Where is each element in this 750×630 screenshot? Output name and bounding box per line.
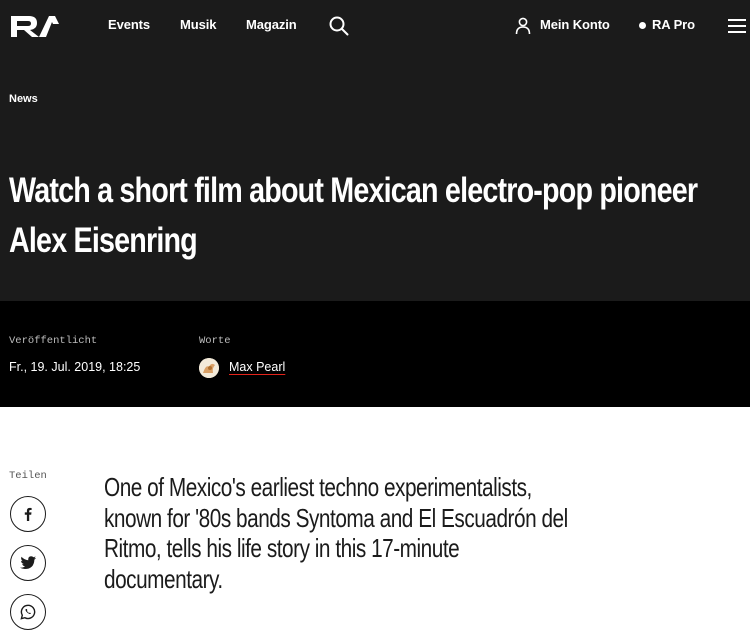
top-navigation: Events Musik Magazin Mein Konto RA Pro: [0, 0, 750, 52]
twitter-icon: [20, 556, 36, 569]
page-title: Watch a short film about Mexican electro…: [9, 171, 698, 260]
published-label: Veröffentlicht: [9, 335, 98, 347]
author-label: Worte: [199, 335, 231, 347]
search-icon[interactable]: [329, 16, 349, 36]
pro-dot-icon: [639, 22, 646, 29]
article-meta: Veröffentlicht Fr., 19. Jul. 2019, 18:25…: [0, 301, 750, 407]
ra-pro-link[interactable]: RA Pro: [652, 17, 695, 32]
account-link[interactable]: Mein Konto: [540, 17, 610, 32]
author-link[interactable]: Max Pearl: [229, 360, 285, 374]
menu-icon[interactable]: [728, 18, 746, 34]
category-label[interactable]: News: [9, 93, 38, 105]
share-label: Teilen: [9, 470, 47, 482]
whatsapp-icon: [20, 604, 36, 620]
nav-magazin[interactable]: Magazin: [246, 17, 297, 32]
nav-musik[interactable]: Musik: [180, 17, 216, 32]
share-facebook-button[interactable]: [10, 496, 46, 532]
author-avatar[interactable]: [199, 358, 219, 378]
nav-events[interactable]: Events: [108, 17, 150, 32]
ra-logo-icon[interactable]: [9, 12, 61, 40]
share-twitter-button[interactable]: [10, 545, 46, 581]
user-icon[interactable]: [515, 17, 531, 35]
published-date: Fr., 19. Jul. 2019, 18:25: [9, 360, 141, 374]
article-lead: One of Mexico's earliest techno experime…: [104, 472, 568, 594]
facebook-icon: [24, 507, 32, 521]
share-whatsapp-button[interactable]: [10, 594, 46, 630]
